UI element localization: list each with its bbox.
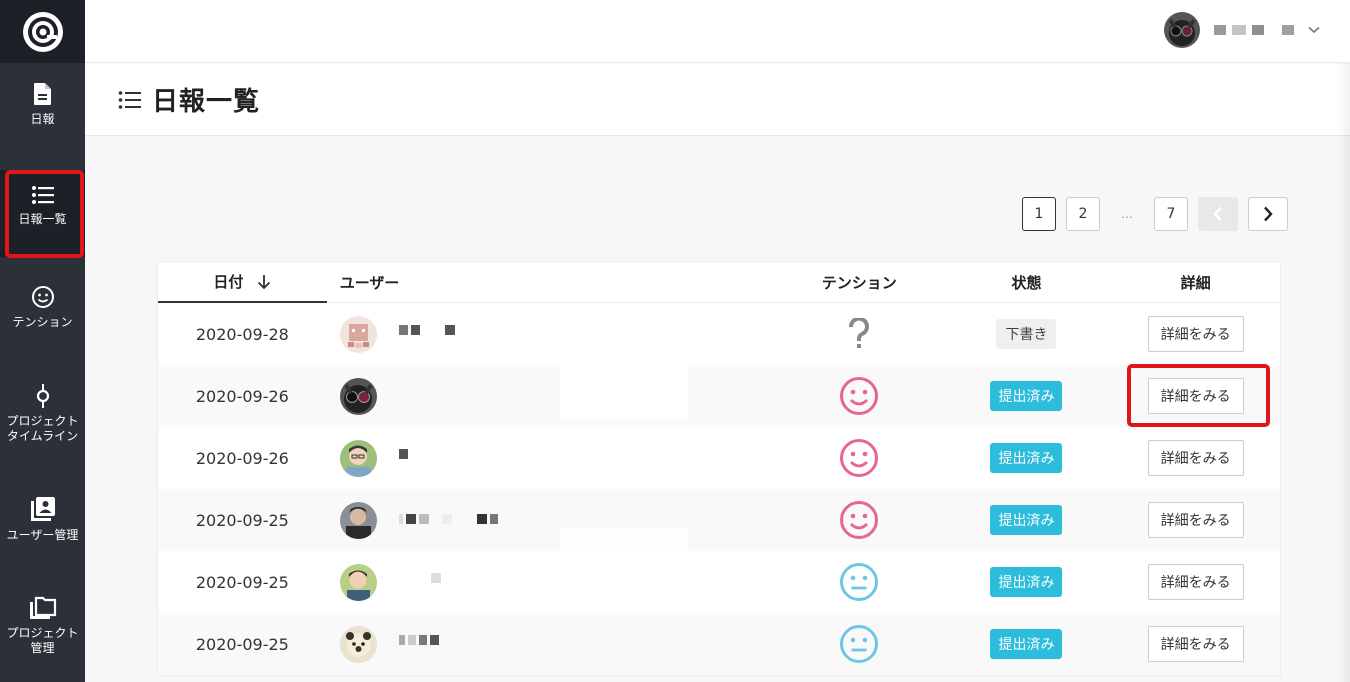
chevron-right-icon bbox=[1264, 206, 1273, 222]
view-detail-button[interactable]: 詳細をみる bbox=[1147, 502, 1244, 538]
user-book-icon bbox=[30, 497, 55, 521]
column-header-user: ユーザー bbox=[339, 273, 400, 292]
user-cell bbox=[327, 303, 777, 365]
status-badge: 提出済み bbox=[990, 443, 1063, 473]
avatar bbox=[339, 377, 377, 415]
avatar bbox=[339, 625, 377, 663]
column-header-date[interactable]: 日付 bbox=[158, 262, 327, 303]
page-button-7[interactable]: 7 bbox=[1154, 197, 1188, 231]
page-button-2[interactable]: 2 bbox=[1066, 197, 1100, 231]
user-name-redacted bbox=[1214, 25, 1294, 35]
table-row: 2020-09-25 提出済み 詳細をみる bbox=[158, 613, 1280, 675]
app-logo[interactable] bbox=[0, 0, 85, 63]
tension-happy bbox=[777, 438, 942, 478]
report-date: 2020-09-28 bbox=[195, 324, 289, 344]
table-row: 2020-09-28 下書き 詳細をみる bbox=[158, 303, 1280, 365]
tension-unknown bbox=[777, 318, 942, 350]
avatar bbox=[339, 501, 377, 539]
user-cell bbox=[327, 357, 777, 427]
page-button-1[interactable]: 1 bbox=[1022, 197, 1056, 231]
scroll-shadow bbox=[1338, 63, 1350, 682]
view-detail-button[interactable]: 詳細をみる bbox=[1147, 316, 1244, 352]
happy-face-icon bbox=[840, 501, 879, 539]
arrow-down-icon bbox=[258, 274, 271, 289]
highlight-frame bbox=[5, 170, 84, 258]
table-header: 日付 ユーザー テンション 状態 詳細 bbox=[158, 262, 1280, 303]
status-badge: 提出済み bbox=[990, 629, 1063, 659]
next-page-button[interactable] bbox=[1248, 197, 1288, 231]
page-ellipsis: ... bbox=[1121, 207, 1133, 221]
status-badge: 提出済み bbox=[990, 567, 1063, 597]
tension-neutral bbox=[777, 624, 942, 664]
pagination: 1 2 ... 7 bbox=[1022, 197, 1288, 231]
sidebar-item-tension[interactable]: テンション bbox=[0, 285, 85, 330]
smiley-icon bbox=[31, 286, 54, 308]
page-title: 日報一覧 bbox=[152, 87, 261, 117]
prev-page-button[interactable] bbox=[1198, 197, 1238, 231]
tension-happy bbox=[777, 376, 942, 416]
tension-neutral bbox=[777, 562, 942, 602]
user-name-redacted bbox=[398, 635, 439, 645]
sidebar-item-label: プロジェクト 管理 bbox=[6, 626, 79, 655]
avatar bbox=[339, 563, 377, 601]
avatar bbox=[1164, 12, 1200, 48]
happy-face-icon bbox=[840, 439, 879, 477]
user-cell bbox=[327, 489, 777, 551]
highlight-frame bbox=[1127, 364, 1270, 427]
list-icon bbox=[118, 90, 141, 109]
user-menu[interactable] bbox=[1164, 12, 1320, 48]
sidebar-item-report[interactable]: 日報 bbox=[0, 82, 85, 127]
report-date: 2020-09-26 bbox=[195, 448, 289, 468]
table-row: 2020-09-26 提出済み 詳細をみる bbox=[158, 357, 1280, 427]
status-badge: 提出済み bbox=[990, 381, 1063, 411]
report-date: 2020-09-25 bbox=[195, 572, 289, 592]
user-name-redacted bbox=[398, 449, 408, 459]
question-mark-icon bbox=[849, 318, 870, 348]
tension-happy bbox=[777, 500, 942, 540]
avatar bbox=[339, 439, 377, 477]
user-name-redacted bbox=[399, 573, 441, 583]
user-cell bbox=[327, 427, 777, 489]
sidebar-item-user-management[interactable]: ユーザー管理 bbox=[0, 496, 85, 543]
view-detail-button[interactable]: 詳細をみる bbox=[1147, 626, 1244, 662]
table-row: 2020-09-25 提出済み 詳細をみる bbox=[158, 489, 1280, 551]
view-detail-button[interactable]: 詳細をみる bbox=[1147, 440, 1244, 476]
happy-face-icon bbox=[840, 377, 879, 415]
top-bar bbox=[85, 0, 1350, 63]
report-date: 2020-09-25 bbox=[195, 634, 289, 654]
sidebar-item-label: プロジェクト タイムライン bbox=[6, 414, 79, 443]
user-cell bbox=[327, 613, 777, 675]
folders-icon bbox=[29, 596, 56, 619]
report-date: 2020-09-25 bbox=[195, 510, 289, 530]
user-name-redacted bbox=[398, 514, 498, 524]
report-table: 日付 ユーザー テンション 状態 詳細 2020-09-28 下書き 詳細をみる… bbox=[157, 261, 1281, 676]
sidebar-item-project-timeline[interactable]: プロジェクト タイムライン bbox=[0, 384, 85, 444]
column-header-detail: 詳細 bbox=[1180, 273, 1211, 292]
neutral-face-icon bbox=[840, 625, 879, 663]
avatar bbox=[339, 315, 377, 353]
sidebar-item-project-management[interactable]: プロジェクト 管理 bbox=[0, 596, 85, 656]
column-header-status: 状態 bbox=[1011, 273, 1042, 292]
user-cell bbox=[327, 529, 777, 613]
sidebar-item-label: ユーザー管理 bbox=[6, 528, 79, 542]
table-row: 2020-09-25 提出済み 詳細をみる bbox=[158, 529, 1280, 613]
sidebar: 日報 日報一覧 テンション プロジェクト タイムライン ユーザー管理 プロジェク… bbox=[0, 0, 85, 682]
document-icon bbox=[33, 83, 51, 105]
status-badge: 提出済み bbox=[990, 505, 1063, 535]
column-header-tension: テンション bbox=[821, 273, 897, 292]
chevron-down-icon bbox=[1308, 26, 1320, 34]
logo-icon bbox=[22, 11, 63, 52]
user-name-redacted bbox=[398, 325, 455, 335]
sidebar-item-label: テンション bbox=[12, 315, 73, 329]
timeline-node-icon bbox=[36, 384, 49, 408]
column-header-date-label: 日付 bbox=[213, 273, 244, 291]
neutral-face-icon bbox=[840, 563, 879, 601]
page-header: 日報一覧 bbox=[85, 64, 1350, 136]
view-detail-button[interactable]: 詳細をみる bbox=[1147, 564, 1244, 600]
status-badge: 下書き bbox=[996, 319, 1057, 349]
chevron-left-icon bbox=[1213, 206, 1222, 222]
sidebar-item-label: 日報 bbox=[30, 112, 55, 126]
table-row: 2020-09-26 提出済み 詳細をみる bbox=[158, 427, 1280, 489]
report-date: 2020-09-26 bbox=[195, 386, 289, 406]
